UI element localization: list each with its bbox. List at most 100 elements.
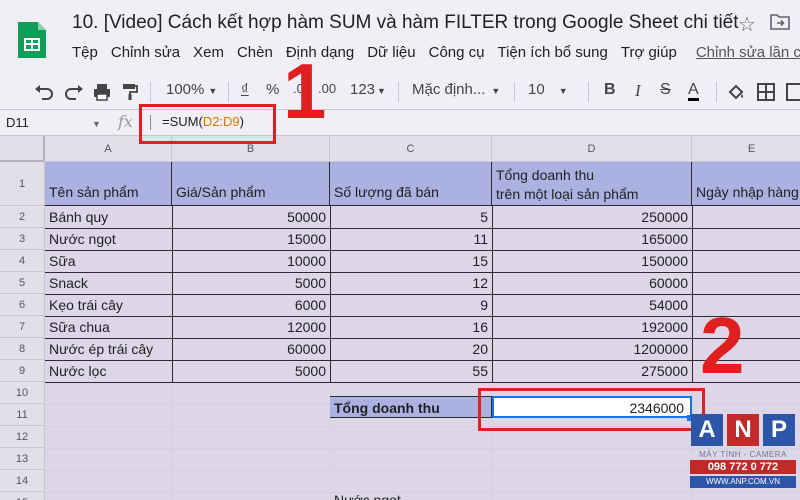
cell-revenue[interactable]: 275000	[492, 360, 692, 382]
cell-price[interactable]: 5000	[172, 272, 330, 294]
step-label-2: 2	[700, 301, 745, 390]
cell-product[interactable]: Nước lọc	[45, 360, 172, 382]
cell-quantity[interactable]: 15	[330, 250, 492, 272]
print-icon[interactable]	[93, 83, 111, 101]
paint-format-icon[interactable]	[122, 83, 138, 101]
bold-button[interactable]: B	[604, 81, 616, 99]
cell-price[interactable]: 50000	[172, 206, 330, 228]
row-header[interactable]: 13	[0, 448, 45, 470]
cell-product[interactable]: Sữa	[45, 250, 172, 272]
cell-price[interactable]: 12000	[172, 316, 330, 338]
last-edit-link[interactable]: Chỉnh sửa lần cuối	[696, 44, 800, 66]
cell-revenue[interactable]: 165000	[492, 228, 692, 250]
row-header[interactable]: 12	[0, 426, 45, 448]
watermark-tagline: MÁY TÍNH - CAMERA	[699, 450, 787, 459]
menu-insert[interactable]: Chèn	[237, 44, 273, 66]
cell-price[interactable]: 6000	[172, 294, 330, 316]
chevron-down-icon[interactable]: ▼	[92, 119, 101, 129]
header-revenue-line1: Tổng doanh thu	[496, 167, 595, 183]
column-header-d[interactable]: D	[492, 136, 692, 162]
sheets-logo-icon[interactable]	[16, 20, 48, 60]
cell-product[interactable]: Sữa chua	[45, 316, 172, 338]
currency-format-button[interactable]: ₫	[241, 81, 249, 98]
merge-cells-icon[interactable]	[786, 83, 800, 101]
header-revenue-line2: trên một loại sản phẩm	[496, 186, 639, 202]
cell-product[interactable]: Nước ngọt	[45, 228, 172, 250]
cell-quantity[interactable]: 11	[330, 228, 492, 250]
move-to-folder-icon[interactable]	[770, 13, 790, 30]
redo-icon[interactable]	[64, 84, 84, 100]
menu-data[interactable]: Dữ liệu	[367, 44, 415, 66]
select-all-corner[interactable]	[0, 136, 45, 162]
star-icon[interactable]: ☆	[738, 12, 756, 37]
row-header[interactable]: 8	[0, 338, 45, 360]
header-cell-quantity[interactable]: Số lượng đã bán	[330, 162, 492, 206]
percent-format-button[interactable]: %	[266, 81, 279, 98]
cell-quantity[interactable]: 20	[330, 338, 492, 360]
highlight-box-total	[478, 388, 705, 431]
cell-quantity[interactable]: 12	[330, 272, 492, 294]
menu-addons[interactable]: Tiện ích bổ sung	[497, 44, 607, 66]
font-size-label: 10	[528, 81, 545, 98]
row-header[interactable]: 1	[0, 162, 45, 206]
cell-product[interactable]: Snack	[45, 272, 172, 294]
header-cell-revenue[interactable]: Tổng doanh thu trên một loại sản phẩm	[492, 162, 692, 206]
watermark-letter: P	[763, 414, 795, 446]
cell-revenue[interactable]: 1200000	[492, 338, 692, 360]
italic-button[interactable]: I	[635, 81, 641, 101]
row-header[interactable]: 10	[0, 382, 45, 404]
font-label: Mặc định...	[412, 81, 486, 98]
header-cell-product[interactable]: Tên sản phẩm	[45, 162, 172, 206]
row-header[interactable]: 9	[0, 360, 45, 382]
menu-view[interactable]: Xem	[193, 44, 224, 66]
cell-product[interactable]: Kẹo trái cây	[45, 294, 172, 316]
cell-product[interactable]: Nước ép trái cây	[45, 338, 172, 360]
cell-quantity[interactable]: 16	[330, 316, 492, 338]
name-box[interactable]: D11	[6, 115, 29, 130]
cell-revenue[interactable]: 250000	[492, 206, 692, 228]
header-cell-price[interactable]: Giá/Sản phẩm	[172, 162, 330, 206]
row-header[interactable]: 3	[0, 228, 45, 250]
row-header[interactable]: 7	[0, 316, 45, 338]
cell-product[interactable]: Nước ngọt	[330, 489, 492, 500]
cell-revenue[interactable]: 192000	[492, 316, 692, 338]
document-title[interactable]: 10. [Video] Cách kết hợp hàm SUM và hàm …	[72, 12, 739, 34]
row-header[interactable]: 11	[0, 404, 45, 426]
row-header[interactable]: 4	[0, 250, 45, 272]
font-select[interactable]: Mặc định... ▼	[412, 81, 500, 98]
row-header[interactable]: 2	[0, 206, 45, 228]
more-formats-select[interactable]: 123 ▼	[350, 81, 386, 98]
menu-tools[interactable]: Công cụ	[429, 44, 485, 66]
cell-price[interactable]: 15000	[172, 228, 330, 250]
cell-revenue[interactable]: 150000	[492, 250, 692, 272]
step-label-1: 1	[283, 47, 327, 135]
cell-revenue[interactable]: 54000	[492, 294, 692, 316]
cell-product[interactable]: Bánh quy	[45, 206, 172, 228]
strikethrough-button[interactable]: S	[660, 81, 671, 99]
cell-price[interactable]: 5000	[172, 360, 330, 382]
fill-color-icon[interactable]	[727, 83, 745, 101]
cell-quantity[interactable]: 5	[330, 206, 492, 228]
total-label-cell[interactable]: Tổng doanh thu	[330, 396, 492, 418]
text-color-button[interactable]: A	[688, 81, 699, 101]
menu-edit[interactable]: Chỉnh sửa	[111, 44, 180, 66]
formula-bar: D11 ▼ fx =SUM(D2:D9)	[0, 110, 800, 136]
header-cell-import-date[interactable]: Ngày nhập hàng	[692, 162, 800, 206]
row-header[interactable]: 5	[0, 272, 45, 294]
cell-revenue[interactable]: 60000	[492, 272, 692, 294]
cell-price[interactable]: 60000	[172, 338, 330, 360]
row-header[interactable]: 15	[0, 492, 45, 500]
row-header[interactable]: 6	[0, 294, 45, 316]
column-header-e[interactable]: E	[692, 136, 800, 162]
cell-quantity[interactable]: 55	[330, 360, 492, 382]
row-header[interactable]: 14	[0, 470, 45, 492]
menu-file[interactable]: Tệp	[72, 44, 98, 66]
cell-quantity[interactable]: 9	[330, 294, 492, 316]
zoom-select[interactable]: 100% ▼	[166, 81, 217, 98]
borders-icon[interactable]	[757, 83, 775, 101]
menu-help[interactable]: Trợ giúp	[621, 44, 677, 66]
undo-icon[interactable]	[34, 84, 54, 100]
column-header-c[interactable]: C	[330, 136, 492, 162]
font-size-select[interactable]: 10 ▼	[528, 81, 568, 98]
cell-price[interactable]: 10000	[172, 250, 330, 272]
